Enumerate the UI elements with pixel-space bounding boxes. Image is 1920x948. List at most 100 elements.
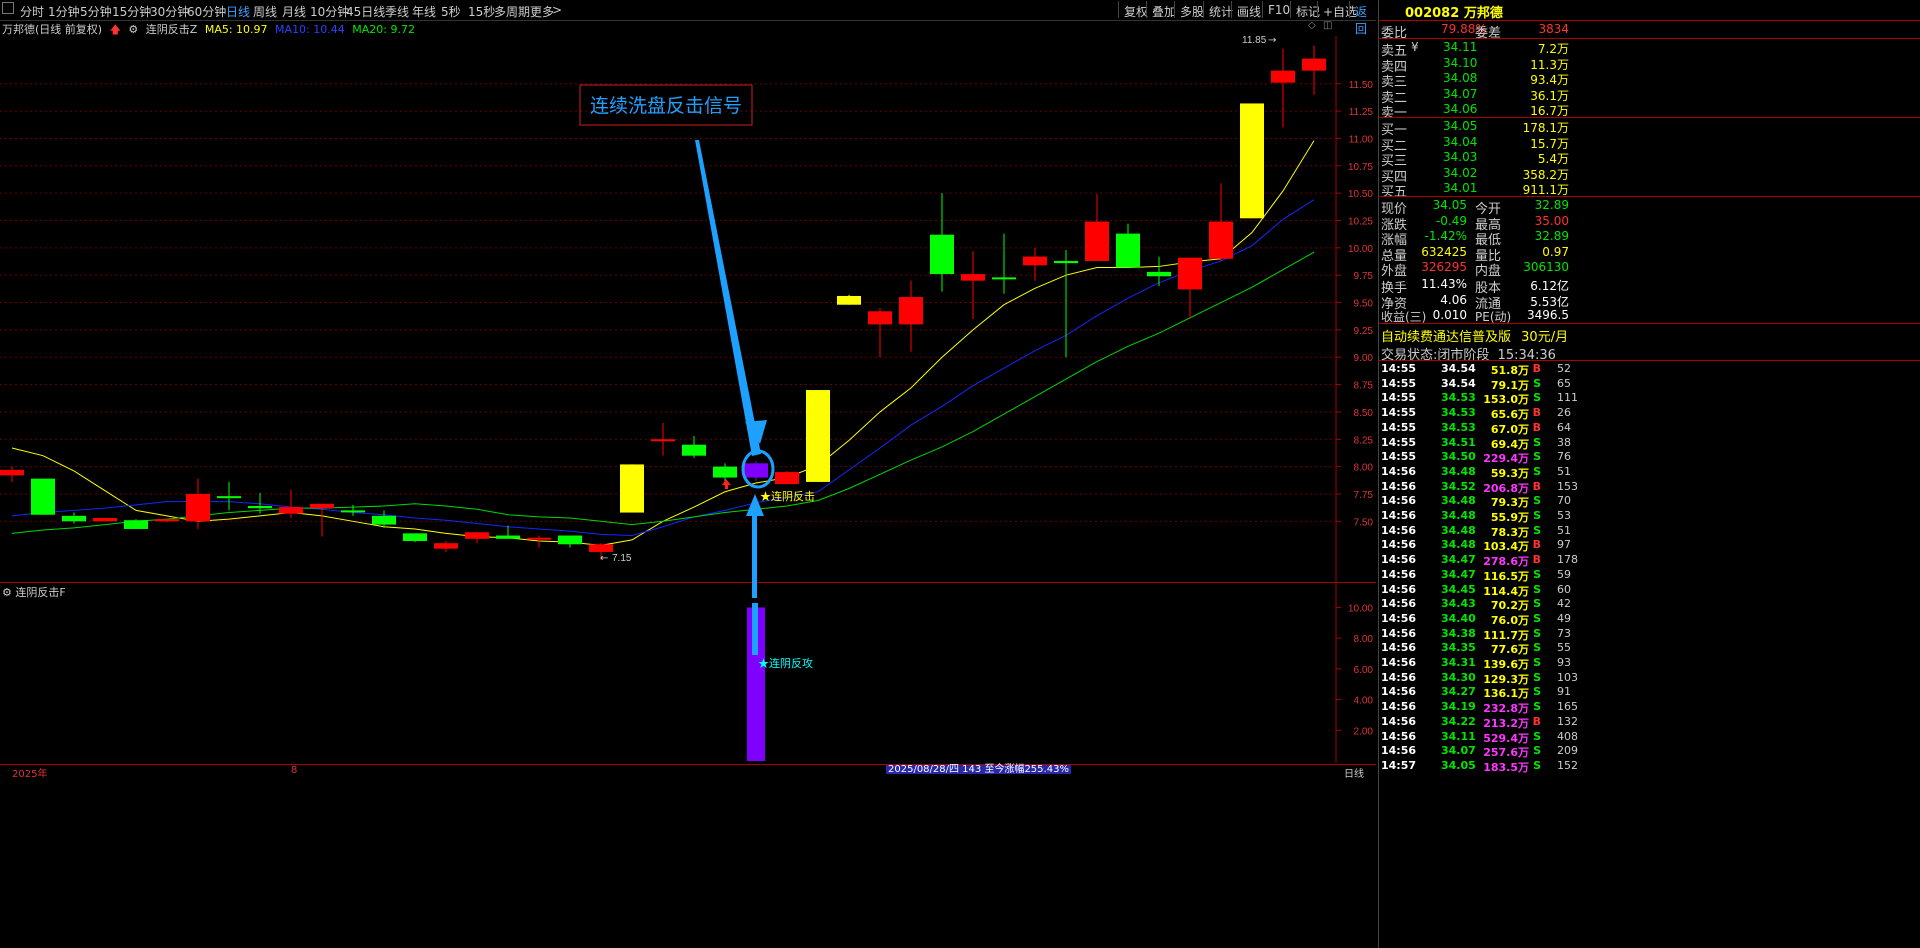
- candle[interactable]: [403, 533, 427, 543]
- tab-10[interactable]: 45日线: [346, 3, 385, 20]
- candle[interactable]: [620, 464, 644, 513]
- candle[interactable]: [1147, 256, 1171, 287]
- y-tick-label: 8.25: [1354, 435, 1374, 446]
- tick-volume: 78.3万: [1490, 525, 1529, 539]
- indicator-name[interactable]: 连阴反击Z: [146, 23, 198, 36]
- stat-value-1: 34.05: [1432, 198, 1467, 212]
- candle[interactable]: [744, 461, 768, 481]
- tab-1[interactable]: 1分钟: [48, 3, 80, 20]
- window-icon[interactable]: ◫: [1323, 20, 1332, 31]
- candle[interactable]: [775, 470, 799, 485]
- tab-15[interactable]: 多周期: [494, 3, 530, 20]
- candle[interactable]: [961, 251, 985, 319]
- more-chevron-icon[interactable]: >: [552, 3, 562, 17]
- tab-4[interactable]: 30分钟: [150, 3, 189, 20]
- tab-16[interactable]: 更多: [530, 3, 554, 20]
- candle[interactable]: [558, 535, 582, 548]
- annotation-text: 连续洗盘反击信号: [590, 95, 742, 117]
- sub-indicator-chart[interactable]: 10.00 8.00 6.00 4.00 2.00 ★连阴反攻: [0, 583, 1376, 763]
- candle[interactable]: [1302, 45, 1326, 95]
- sell-row-0: 卖五 ¥34.11 7.2万: [1379, 40, 1569, 59]
- low-arrow-icon: ←: [600, 553, 608, 564]
- buy-row-0: 买一 34.05 178.1万: [1379, 119, 1569, 138]
- tab-3[interactable]: 15分钟: [112, 3, 151, 20]
- tick-row: 14:56 34.48 79.3万 S 70: [1379, 494, 1571, 510]
- tab-12[interactable]: 年线: [412, 3, 436, 20]
- trade-state-row: 交易状态:闭市阶段 15:34:36: [1381, 344, 1556, 363]
- tick-side: S: [1533, 626, 1541, 640]
- candle[interactable]: [93, 518, 117, 522]
- low-price-label: 7.15: [612, 553, 632, 564]
- tab-14[interactable]: 15秒: [468, 3, 495, 20]
- candle[interactable]: [992, 233, 1016, 294]
- tab-0[interactable]: 分时: [20, 3, 44, 20]
- candle[interactable]: [217, 481, 241, 511]
- candle[interactable]: [0, 466, 24, 482]
- candle[interactable]: [899, 280, 923, 352]
- candle-body: [713, 466, 737, 478]
- candle[interactable]: [837, 294, 861, 305]
- candle[interactable]: [1240, 103, 1264, 219]
- sell-price: 34.06: [1443, 102, 1478, 116]
- candle[interactable]: [1116, 223, 1140, 268]
- candle-body: [1147, 271, 1171, 277]
- tick-time: 14:56: [1381, 494, 1417, 508]
- candle-body: [186, 493, 210, 522]
- tick-volume: 70.2万: [1490, 599, 1529, 613]
- candle[interactable]: [1271, 48, 1295, 128]
- candle-body: [837, 295, 861, 305]
- ad-banner[interactable]: 自动续费通达信普及版 30元/月: [1381, 326, 1568, 345]
- tick-count: 153: [1557, 479, 1578, 493]
- stat-value-1: 0.010: [1432, 308, 1467, 322]
- candle[interactable]: [651, 422, 675, 456]
- candle[interactable]: [1023, 247, 1047, 281]
- diamond-icon[interactable]: ◇: [1308, 20, 1316, 31]
- tab-5[interactable]: 60分钟: [187, 3, 226, 20]
- tick-side: S: [1533, 391, 1541, 405]
- candle[interactable]: [465, 532, 489, 544]
- period-label[interactable]: 日线: [1344, 765, 1364, 780]
- tick-side: B: [1532, 362, 1541, 375]
- toolbar-button-8[interactable]: 返回: [1349, 1, 1376, 36]
- tick-time: 14:56: [1381, 553, 1417, 567]
- candle[interactable]: [31, 478, 55, 515]
- toolbar-button-4[interactable]: 画线: [1231, 1, 1266, 19]
- tick-price: 34.27: [1441, 685, 1476, 699]
- tick-row: 14:55 34.54 79.1万 S 65: [1379, 377, 1571, 393]
- candlestick-chart[interactable]: 11.50 11.25 11.00 10.75 10.50 10.25 10.00 9.75 9…: [0, 36, 1376, 582]
- stat-row-2: 涨幅 -1.42% 最低 32.89: [1379, 229, 1569, 248]
- tick-volume: 229.4万: [1483, 452, 1529, 466]
- candle[interactable]: [1178, 257, 1202, 319]
- settings-gear-icon[interactable]: ⚙: [128, 23, 138, 36]
- stat-row-1: 涨跌 -0.49 最高 35.00: [1379, 214, 1569, 233]
- toolbar-collapse-icon[interactable]: [2, 2, 14, 14]
- tick-side: S: [1533, 758, 1541, 772]
- tab-9[interactable]: 10分钟: [310, 3, 349, 20]
- tab-6[interactable]: 日线: [226, 3, 250, 20]
- month-label: 8: [291, 765, 298, 776]
- sell-row-2: 卖三 34.08 93.4万: [1379, 71, 1569, 90]
- tab-8[interactable]: 月线: [282, 3, 306, 20]
- candle[interactable]: [434, 540, 458, 552]
- tick-volume: 55.9万: [1490, 511, 1529, 524]
- tab-2[interactable]: 5分钟: [80, 3, 112, 20]
- tab-13[interactable]: 5秒: [441, 3, 461, 20]
- tick-count: 59: [1557, 567, 1571, 581]
- tab-11[interactable]: 季线: [385, 3, 409, 20]
- candle[interactable]: [1054, 250, 1078, 358]
- candle[interactable]: [62, 512, 86, 524]
- tick-price: 34.51: [1441, 435, 1476, 449]
- candle[interactable]: [868, 308, 892, 358]
- tab-7[interactable]: 周线: [253, 3, 277, 20]
- ma5-line: [11, 140, 1315, 546]
- stat-value-1: 4.06: [1440, 293, 1467, 307]
- candle[interactable]: [930, 193, 954, 292]
- buy-row-4: 买五 34.01 911.1万: [1379, 181, 1569, 200]
- candle[interactable]: [806, 390, 830, 482]
- candle[interactable]: [124, 519, 148, 529]
- candle[interactable]: [1209, 183, 1233, 261]
- stat-row-0: 现价 34.05 今开 32.89: [1379, 198, 1569, 217]
- candle[interactable]: [1085, 194, 1109, 261]
- candle[interactable]: [155, 519, 179, 523]
- tick-row: 14:55 34.53 67.0万 B 64: [1379, 421, 1571, 437]
